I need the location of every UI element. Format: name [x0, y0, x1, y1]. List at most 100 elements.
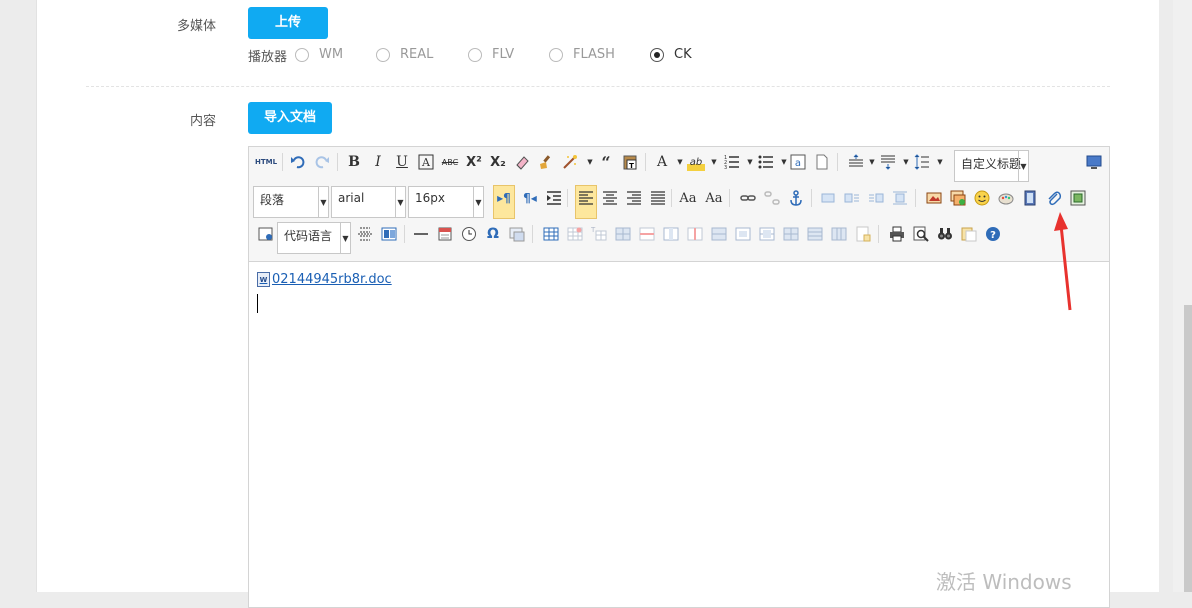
- player-radio-flash[interactable]: FLASH: [549, 47, 615, 62]
- format-painter-icon[interactable]: [537, 153, 555, 171]
- multi-image-icon[interactable]: [949, 189, 967, 207]
- player-radio-wm[interactable]: WM: [295, 47, 343, 62]
- emotion-icon[interactable]: [973, 189, 991, 207]
- align-justify-icon[interactable]: [649, 189, 667, 207]
- paragraph-select[interactable]: 段落 ▼: [253, 186, 329, 218]
- player-radio-ck[interactable]: CK: [650, 47, 692, 62]
- search-replace-icon[interactable]: [936, 225, 954, 243]
- import-document-button[interactable]: 导入文档: [248, 102, 332, 134]
- delete-row-icon[interactable]: [638, 225, 656, 243]
- annotation-arrow-icon: [1054, 212, 1072, 311]
- drafts-icon[interactable]: [960, 225, 978, 243]
- radio-circle[interactable]: [549, 47, 563, 62]
- section-divider: [86, 86, 1110, 87]
- underline-icon[interactable]: U: [393, 153, 411, 171]
- insert-paragraph-before-table-icon[interactable]: T: [590, 225, 608, 243]
- radio-circle[interactable]: [295, 47, 309, 62]
- page-break-icon[interactable]: [356, 225, 374, 243]
- redo-icon[interactable]: [313, 153, 331, 171]
- image-left-icon[interactable]: [843, 189, 861, 207]
- blockquote-icon[interactable]: “: [597, 153, 615, 172]
- insert-image-icon[interactable]: [925, 189, 943, 207]
- split-to-cols-icon[interactable]: [830, 225, 848, 243]
- code-language-select[interactable]: 代码语言 ▼: [277, 222, 351, 254]
- auto-typeset-icon[interactable]: [561, 153, 579, 171]
- chevron-down-icon: ▼: [340, 223, 350, 253]
- preview-icon[interactable]: [912, 225, 930, 243]
- delete-col-icon[interactable]: [686, 225, 704, 243]
- unordered-list-icon[interactable]: [757, 153, 775, 171]
- radio-circle[interactable]: [468, 47, 482, 62]
- radio-circle[interactable]: [650, 47, 664, 62]
- template-icon[interactable]: [380, 225, 398, 243]
- align-right-icon[interactable]: [625, 189, 643, 207]
- svg-text:?: ?: [990, 230, 996, 241]
- font-color-icon[interactable]: A: [653, 153, 671, 171]
- special-chars-icon[interactable]: Ω: [484, 225, 502, 243]
- scrawl-icon[interactable]: [997, 189, 1015, 207]
- horizontal-rule-icon[interactable]: [412, 225, 430, 243]
- image-right-icon[interactable]: [867, 189, 885, 207]
- attachment-filename[interactable]: 02144945rb8r.doc: [272, 272, 392, 287]
- image-none-icon[interactable]: [819, 189, 837, 207]
- snapscreen-icon[interactable]: [508, 225, 526, 243]
- insert-video-icon[interactable]: [1021, 189, 1039, 207]
- paragraph-format-icon[interactable]: a: [789, 153, 807, 171]
- clear-document-icon[interactable]: [813, 153, 831, 171]
- font-family-value: arial: [338, 191, 365, 205]
- insert-table-icon[interactable]: [542, 225, 560, 243]
- chevron-down-icon[interactable]: ▼: [931, 153, 949, 171]
- paste-plain-icon[interactable]: T: [621, 153, 639, 171]
- align-center-icon[interactable]: [601, 189, 619, 207]
- merge-down-icon[interactable]: [758, 225, 776, 243]
- font-family-select[interactable]: arial ▼: [331, 186, 406, 218]
- time-icon[interactable]: [460, 225, 478, 243]
- unlink-icon[interactable]: [763, 189, 781, 207]
- chart-icon[interactable]: [854, 225, 872, 243]
- split-to-cells-icon[interactable]: [782, 225, 800, 243]
- background-color-icon[interactable]: ab: [687, 153, 705, 171]
- bold-icon[interactable]: B: [345, 153, 363, 171]
- link-icon[interactable]: [739, 189, 757, 207]
- align-left-icon[interactable]: [577, 189, 595, 207]
- insert-row-icon[interactable]: [614, 225, 632, 243]
- ordered-list-icon[interactable]: 123: [723, 153, 741, 171]
- indent-icon[interactable]: [545, 189, 563, 207]
- help-icon[interactable]: ?: [984, 225, 1002, 243]
- to-lowercase-icon[interactable]: Aa: [705, 189, 723, 207]
- row-spacing-bottom-icon[interactable]: [879, 153, 897, 171]
- line-height-icon[interactable]: [913, 153, 931, 171]
- eraser-icon[interactable]: [513, 153, 531, 171]
- subscript-icon[interactable]: X₂: [489, 153, 507, 171]
- ltr-direction-icon[interactable]: ▸¶: [495, 189, 513, 207]
- chevron-down-icon[interactable]: ▼: [705, 153, 723, 171]
- image-center-icon[interactable]: [891, 189, 909, 207]
- font-size-select[interactable]: 16px ▼: [408, 186, 484, 218]
- player-radio-flv[interactable]: FLV: [468, 47, 514, 62]
- font-border-icon[interactable]: A: [417, 153, 435, 171]
- radio-circle[interactable]: [376, 47, 390, 62]
- player-radio-real[interactable]: REAL: [376, 47, 433, 62]
- insert-col-icon[interactable]: [662, 225, 680, 243]
- date-icon[interactable]: [436, 225, 454, 243]
- html-source-icon[interactable]: HTML: [255, 153, 277, 171]
- merge-right-icon[interactable]: [734, 225, 752, 243]
- rtl-direction-icon[interactable]: ¶◂: [521, 189, 539, 207]
- fullscreen-icon[interactable]: [1085, 153, 1103, 171]
- insert-frame-icon[interactable]: [257, 225, 275, 243]
- scrollbar-thumb[interactable]: [1184, 305, 1192, 592]
- split-to-rows-icon[interactable]: [806, 225, 824, 243]
- custom-title-select[interactable]: 自定义标题 ▼: [954, 150, 1029, 182]
- chevron-down-icon: ▼: [318, 187, 328, 217]
- undo-icon[interactable]: [289, 153, 307, 171]
- attachment-link[interactable]: W 02144945rb8r.doc: [257, 272, 392, 287]
- delete-table-icon[interactable]: [566, 225, 584, 243]
- merge-cells-icon[interactable]: [710, 225, 728, 243]
- superscript-icon[interactable]: X²: [465, 153, 483, 171]
- print-icon[interactable]: [888, 225, 906, 243]
- strikethrough-icon[interactable]: ABC: [441, 153, 459, 171]
- anchor-icon[interactable]: [787, 189, 805, 207]
- italic-icon[interactable]: I: [369, 153, 387, 171]
- upload-button[interactable]: 上传: [248, 7, 328, 39]
- to-uppercase-icon[interactable]: Aa: [679, 189, 697, 207]
